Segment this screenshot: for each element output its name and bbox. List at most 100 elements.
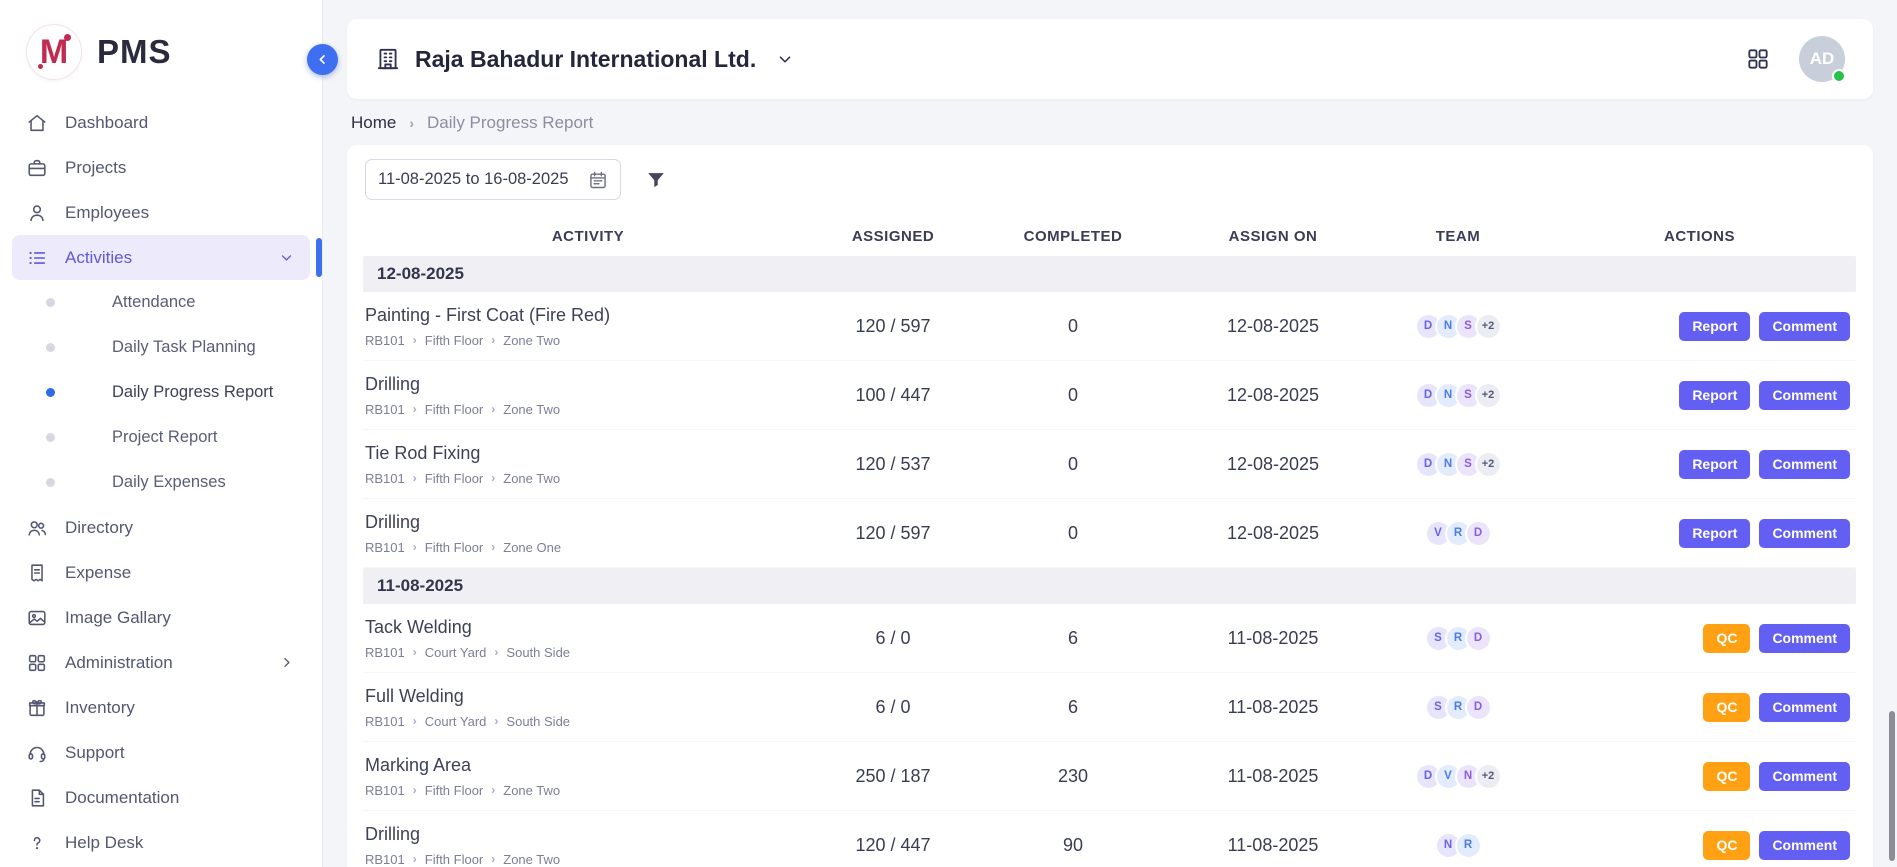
comment-button[interactable]: Comment — [1759, 381, 1850, 410]
qc-button[interactable]: QC — [1703, 693, 1750, 722]
path-segment: Fifth Floor — [425, 852, 484, 867]
activity-cell: Painting - First Coat (Fire Red)RB101›Fi… — [363, 305, 813, 348]
comment-button[interactable]: Comment — [1759, 762, 1850, 791]
sidebar-item-directory[interactable]: Directory — [0, 505, 322, 550]
sidebar-subitem-daily-progress-report[interactable]: Daily Progress Report — [0, 370, 322, 415]
actions-cell: QC Comment — [1543, 624, 1856, 653]
comment-button[interactable]: Comment — [1759, 312, 1850, 341]
team-cell: DNS+2 — [1373, 451, 1543, 478]
assign-on-value: 12-08-2025 — [1173, 316, 1373, 337]
path-segment: Zone Two — [503, 333, 560, 348]
report-button[interactable]: Report — [1679, 519, 1750, 548]
team-cell: NR — [1373, 832, 1543, 859]
actions-cell: QC Comment — [1543, 831, 1856, 860]
comment-button[interactable]: Comment — [1759, 519, 1850, 548]
activity-path: RB101›Court Yard›South Side — [365, 645, 813, 660]
apps-grid-icon[interactable] — [1745, 46, 1771, 72]
app-logo[interactable]: M PMS — [0, 0, 322, 98]
comment-button[interactable]: Comment — [1759, 831, 1850, 860]
path-segment: Zone Two — [503, 852, 560, 867]
filter-icon[interactable] — [645, 169, 667, 191]
date-range-input[interactable]: 11-08-2025 to 16-08-2025 — [365, 159, 621, 200]
logo-icon: M — [26, 24, 82, 80]
team-cell: DVN+2 — [1373, 763, 1543, 790]
team-extra-badge[interactable]: +2 — [1475, 313, 1502, 340]
path-segment: RB101 — [365, 471, 405, 486]
sidebar-item-documentation[interactable]: Documentation — [0, 775, 322, 820]
sidebar-item-support[interactable]: Support — [0, 730, 322, 775]
team-extra-badge[interactable]: +2 — [1475, 382, 1502, 409]
path-segment: Zone Two — [503, 402, 560, 417]
team-extra-badge[interactable]: +2 — [1475, 763, 1502, 790]
company-selector[interactable]: Raja Bahadur International Ltd. — [375, 46, 796, 73]
qc-button[interactable]: QC — [1703, 762, 1750, 791]
sidebar-subitem-daily-task-planning[interactable]: Daily Task Planning — [0, 325, 322, 370]
comment-button[interactable]: Comment — [1759, 693, 1850, 722]
sidebar-item-administration[interactable]: Administration — [0, 640, 322, 685]
path-segment: Court Yard — [425, 645, 487, 660]
sidebar-collapse-button[interactable] — [307, 44, 338, 75]
activity-cell: DrillingRB101›Fifth Floor›Zone Two — [363, 824, 813, 867]
briefcase-icon — [26, 157, 48, 179]
calendar-icon — [588, 170, 608, 190]
content-card: 11-08-2025 to 16-08-2025 ACTIVITY ASSIGN… — [347, 145, 1873, 867]
report-button[interactable]: Report — [1679, 381, 1750, 410]
breadcrumb-home[interactable]: Home — [351, 113, 396, 133]
column-activity: ACTIVITY — [363, 228, 813, 245]
question-icon — [26, 832, 48, 854]
comment-button[interactable]: Comment — [1759, 624, 1850, 653]
path-segment: Court Yard — [425, 714, 487, 729]
qc-button[interactable]: QC — [1703, 831, 1750, 860]
team-avatar[interactable]: D — [1465, 520, 1492, 547]
completed-value: 0 — [973, 316, 1173, 337]
user-icon — [26, 202, 48, 224]
main-content: Raja Bahadur International Ltd. AD Home … — [323, 0, 1897, 867]
app-title: PMS — [97, 33, 172, 71]
qc-button[interactable]: QC — [1703, 624, 1750, 653]
path-segment: RB101 — [365, 540, 405, 555]
report-button[interactable]: Report — [1679, 312, 1750, 341]
sidebar-item-activities[interactable]: Activities — [12, 235, 310, 280]
comment-button[interactable]: Comment — [1759, 450, 1850, 479]
sidebar-item-image-gallary[interactable]: Image Gallary — [0, 595, 322, 640]
assigned-value: 250 / 187 — [813, 766, 973, 787]
sidebar-subitem-project-report[interactable]: Project Report — [0, 415, 322, 460]
online-status-dot — [1832, 69, 1846, 83]
avatar[interactable]: AD — [1799, 36, 1845, 82]
sidebar-subitem-attendance[interactable]: Attendance — [0, 280, 322, 325]
team-extra-badge[interactable]: +2 — [1475, 451, 1502, 478]
actions-cell: Report Comment — [1543, 450, 1856, 479]
sidebar-item-label: Directory — [65, 518, 133, 538]
activity-title: Marking Area — [365, 755, 813, 776]
report-button[interactable]: Report — [1679, 450, 1750, 479]
path-chevron-icon: › — [491, 540, 495, 554]
top-header-bar: Raja Bahadur International Ltd. AD — [347, 19, 1873, 99]
vertical-scrollbar[interactable] — [1889, 711, 1895, 861]
group-date-row: 12-08-2025 — [363, 256, 1856, 292]
team-avatar[interactable]: D — [1465, 625, 1492, 652]
table-row: Full WeldingRB101›Court Yard›South Side6… — [363, 673, 1856, 742]
sidebar-menu: DashboardProjectsEmployeesActivitiesAtte… — [0, 98, 322, 867]
sidebar-item-inventory[interactable]: Inventory — [0, 685, 322, 730]
path-segment: Fifth Floor — [425, 783, 484, 798]
sidebar-subitem-daily-expenses[interactable]: Daily Expenses — [0, 460, 322, 505]
path-segment: Fifth Floor — [425, 402, 484, 417]
table-row: DrillingRB101›Fifth Floor›Zone Two120 / … — [363, 811, 1856, 867]
sidebar-item-help-desk[interactable]: Help Desk — [0, 820, 322, 865]
activity-path: RB101›Fifth Floor›Zone Two — [365, 783, 813, 798]
column-team: TEAM — [1373, 228, 1543, 245]
path-chevron-icon: › — [413, 471, 417, 485]
team-avatar[interactable]: D — [1465, 694, 1492, 721]
home-icon — [26, 112, 48, 134]
sidebar-item-projects[interactable]: Projects — [0, 145, 322, 190]
sidebar-item-dashboard[interactable]: Dashboard — [0, 100, 322, 145]
team-avatar[interactable]: R — [1455, 832, 1482, 859]
sidebar-item-label: Inventory — [65, 698, 135, 718]
sidebar-item-employees[interactable]: Employees — [0, 190, 322, 235]
assigned-value: 120 / 537 — [813, 454, 973, 475]
sidebar-item-expense[interactable]: Expense — [0, 550, 322, 595]
path-chevron-icon: › — [413, 402, 417, 416]
table-row: Tie Rod FixingRB101›Fifth Floor›Zone Two… — [363, 430, 1856, 499]
receipt-icon — [26, 562, 48, 584]
activity-cell: Full WeldingRB101›Court Yard›South Side — [363, 686, 813, 729]
